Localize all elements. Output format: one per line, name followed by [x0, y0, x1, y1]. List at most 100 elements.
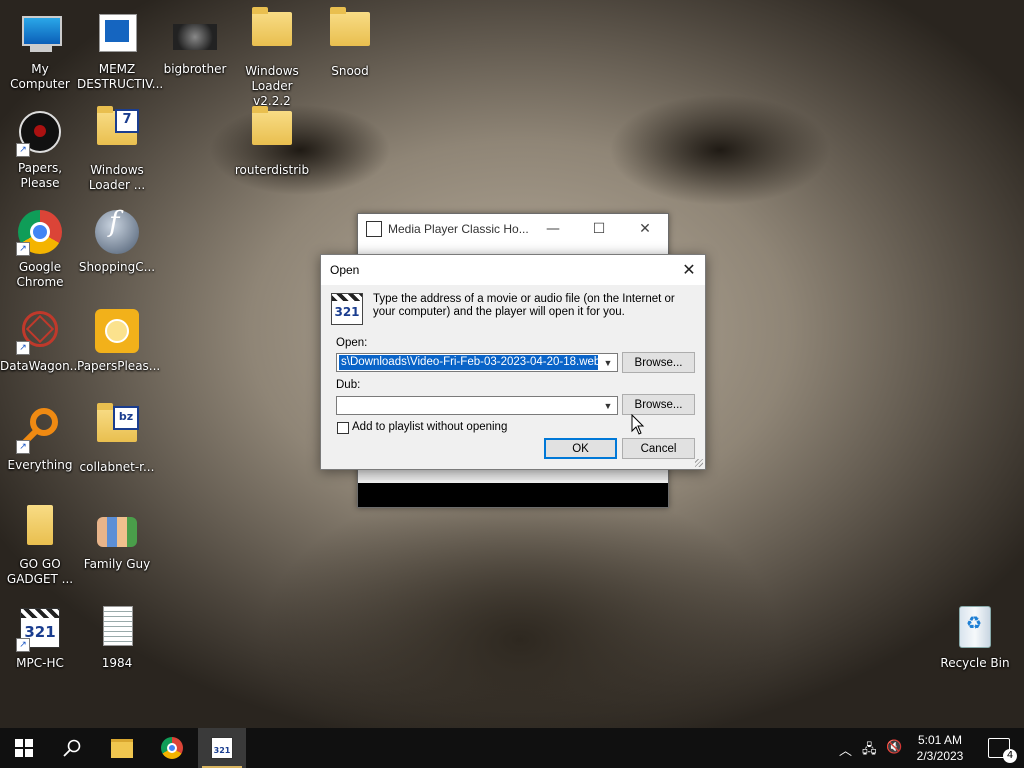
- search-icon: [63, 739, 81, 757]
- recycle-bin-icon: ♻: [951, 604, 999, 652]
- folder-icon: [111, 738, 133, 758]
- family-guy-icon: [93, 505, 141, 553]
- icon-label: Family Guy: [83, 557, 151, 571]
- clock-time: 5:01 AM: [917, 733, 963, 747]
- system-clock[interactable]: 5:01 AM 2/3/2023: [910, 732, 970, 764]
- shortcut-arrow-icon: ↗: [16, 242, 30, 256]
- datawagon-icon: ↗: [16, 307, 64, 355]
- icon-label: GO GO GADGET ...: [6, 557, 74, 586]
- maximize-button[interactable]: ☐: [576, 214, 622, 244]
- resize-grip-icon[interactable]: [695, 459, 703, 467]
- desktop-icon-windows-loader-2[interactable]: 7 Windows Loader ...: [77, 103, 157, 193]
- open-browse-button[interactable]: Browse...: [622, 352, 695, 373]
- icon-label: DataWagon...: [0, 359, 82, 373]
- everything-search-icon: ↗: [16, 406, 64, 454]
- folder-icon: [16, 505, 64, 553]
- minimize-button[interactable]: —: [530, 214, 576, 244]
- ok-button[interactable]: OK: [544, 438, 617, 459]
- icon-label: My Computer: [10, 62, 70, 91]
- mpc-hc-icon: 321: [211, 737, 233, 759]
- disc-icon: [93, 307, 141, 355]
- mpc-hc-icon: 321 ↗: [16, 604, 64, 652]
- desktop-icon-paperspleas[interactable]: PapersPleas...: [77, 301, 161, 374]
- desktop-icon-mpc-hc[interactable]: 321 ↗ MPC-HC: [0, 598, 80, 671]
- clock-date: 2/3/2023: [916, 749, 964, 763]
- close-button[interactable]: ✕: [673, 255, 705, 285]
- desktop-icon-family-guy[interactable]: Family Guy: [77, 499, 157, 572]
- icon-label: collabnet-r...: [79, 460, 155, 474]
- action-center-icon[interactable]: 4: [988, 738, 1017, 763]
- icon-label: Papers, Please: [17, 161, 63, 190]
- instruction-text: Type the address of a movie or audio fil…: [373, 293, 675, 318]
- start-button[interactable]: [0, 728, 48, 768]
- icon-label: bigbrother: [163, 62, 227, 76]
- network-icon[interactable]: 🖧: [862, 740, 877, 762]
- icon-label: Recycle Bin: [940, 656, 1010, 670]
- taskbar-mpc-hc[interactable]: 321: [198, 728, 246, 768]
- image-thumbnail-icon: [171, 10, 219, 58]
- dub-browse-button[interactable]: Browse...: [622, 394, 695, 415]
- add-to-playlist-checkbox[interactable]: [337, 422, 349, 434]
- chrome-icon: ↗: [16, 208, 64, 256]
- desktop-icon-everything[interactable]: ↗ Everything: [0, 400, 80, 473]
- desktop-icon-datawagon[interactable]: ↗ DataWagon...: [0, 301, 82, 374]
- desktop-icon-papers-please[interactable]: ↗ Papers, Please: [0, 103, 80, 191]
- folder-icon: 7: [93, 106, 141, 159]
- dub-label: Dub:: [336, 379, 361, 391]
- shortcut-arrow-icon: ↗: [16, 440, 30, 454]
- icon-label: Google Chrome: [16, 260, 64, 289]
- icon-label: 1984: [101, 656, 133, 670]
- open-dialog[interactable]: Open ✕ 321 Type the address of a movie o…: [320, 254, 706, 470]
- desktop-icon-memz[interactable]: MEMZ DESTRUCTIV...: [77, 4, 164, 92]
- chevron-down-icon[interactable]: ▼: [599, 397, 617, 414]
- mpc-titlebar[interactable]: Media Player Classic Ho... — ☐ ✕: [358, 214, 668, 244]
- open-dialog-titlebar[interactable]: Open ✕: [321, 255, 705, 285]
- desktop-icon-routerdistrib[interactable]: routerdistrib: [232, 103, 312, 178]
- desktop-icon-bigbrother[interactable]: bigbrother: [155, 4, 235, 77]
- icon-label: Everything: [7, 458, 73, 472]
- add-to-playlist-label[interactable]: Add to playlist without opening: [352, 421, 507, 433]
- cancel-button[interactable]: Cancel: [622, 438, 695, 459]
- open-label: Open:: [336, 337, 368, 349]
- desktop-icon-snood[interactable]: Snood: [310, 4, 390, 79]
- icon-label: MPC-HC: [16, 656, 64, 670]
- folder-icon: [326, 7, 374, 60]
- desktop-icon-windows-loader[interactable]: Windows Loader v2.2.2: [232, 4, 312, 109]
- open-path-value[interactable]: s\Downloads\Video-Fri-Feb-03-2023-04-20-…: [339, 355, 598, 370]
- open-path-combobox[interactable]: s\Downloads\Video-Fri-Feb-03-2023-04-20-…: [336, 353, 618, 372]
- icon-label: PapersPleas...: [77, 359, 161, 373]
- papers-please-icon: ↗: [16, 109, 64, 157]
- computer-icon: [16, 10, 64, 58]
- icon-label: ShoppingC...: [78, 260, 156, 274]
- shortcut-arrow-icon: ↗: [16, 638, 30, 652]
- close-button[interactable]: ✕: [622, 214, 668, 244]
- search-button[interactable]: [48, 728, 96, 768]
- open-dialog-title: Open: [330, 263, 360, 277]
- desktop-icon-1984[interactable]: 1984: [77, 598, 157, 671]
- text-document-icon: [93, 604, 141, 652]
- taskbar-chrome[interactable]: [148, 728, 196, 768]
- flash-icon: f: [93, 208, 141, 256]
- mpc-hc-icon: [366, 221, 382, 237]
- desktop-icon-go-go-gadget[interactable]: GO GO GADGET ...: [0, 499, 80, 587]
- folder-icon: [248, 7, 296, 60]
- desktop-icon-recycle-bin[interactable]: ♻ Recycle Bin: [935, 598, 1015, 671]
- dub-path-value[interactable]: [339, 398, 343, 413]
- memz-icon: [93, 10, 141, 58]
- chevron-down-icon[interactable]: ▼: [599, 354, 617, 371]
- show-hidden-icons-chevron-up-icon[interactable]: ︿: [839, 740, 852, 759]
- mpc-window-title: Media Player Classic Ho...: [388, 222, 529, 236]
- taskbar: 321 ︿ 🖧 🔇 5:01 AM 2/3/2023 4: [0, 728, 1024, 768]
- shortcut-arrow-icon: ↗: [16, 341, 30, 355]
- mpc-logo-icon: 321: [331, 293, 363, 325]
- taskbar-file-explorer[interactable]: [98, 728, 146, 768]
- desktop-icon-shoppingc[interactable]: f ShoppingC...: [77, 202, 157, 275]
- volume-muted-icon[interactable]: 🔇: [886, 740, 902, 755]
- icon-label: Snood: [331, 64, 369, 78]
- folder-icon: [248, 106, 296, 159]
- icon-label: MEMZ DESTRUCTIV...: [77, 62, 164, 91]
- dub-path-combobox[interactable]: ▼: [336, 396, 618, 415]
- desktop-icon-collabnet[interactable]: bz collabnet-r...: [77, 400, 157, 475]
- desktop-icon-my-computer[interactable]: My Computer: [0, 4, 80, 92]
- desktop-icon-google-chrome[interactable]: ↗ Google Chrome: [0, 202, 80, 290]
